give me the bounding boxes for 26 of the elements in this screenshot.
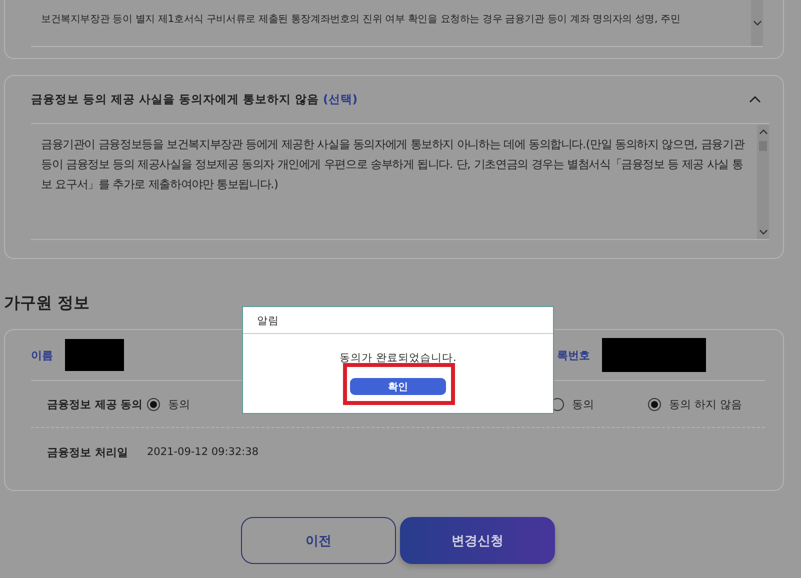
radio-option[interactable]: 동의 <box>147 396 551 412</box>
submit-button[interactable]: 변경신청 <box>400 517 555 564</box>
notice-text: 금융기관이 금융정보등을 보건복지부장관 등에게 제공한 사실을 동의자에게 통보하지 아니하는 데에 동의합니다.(만일 동의하지 않으면, 금융기관 등이 금융정보 등의 제공사실을 정보제공 동의자 개인에게 우편으로 송부하게 됩니다. 단, 기초연금의 경우는 별첨서식「금융정보 등 제공 사실 통보 요구서」를 추가로 제출하여야만 통보됩니다.) <box>40 137 746 193</box>
radio-icon[interactable] <box>147 398 160 410</box>
field-label: 록번호 <box>557 348 590 362</box>
redaction-block <box>65 339 124 371</box>
field-label: 금융정보 처리일 <box>47 444 129 460</box>
scrollbar[interactable] <box>757 125 769 239</box>
radio-option[interactable]: 동의 하지 않음 <box>648 396 745 412</box>
terms-text: 보건복지부장관 등이 별지 제1호서식 구비서류로 제출된 통장계좌번호의 진위 여부 확인을 요청하는 경우 금융기관 등이 계좌 명의자의 성명, 주민 <box>40 13 682 26</box>
chevron-up-icon[interactable] <box>758 129 768 135</box>
chevron-down-icon[interactable] <box>752 20 762 26</box>
field-label: 금융정보 제공 동의 <box>47 396 144 412</box>
dialog-message: 동의가 완료되었습니다. <box>338 351 458 365</box>
field-label: 이름 <box>31 348 53 362</box>
chevron-up-icon[interactable] <box>749 96 761 103</box>
radio-icon[interactable] <box>648 398 661 410</box>
chevron-down-icon[interactable] <box>758 229 768 235</box>
date-value: 2021-09-12 09:32:38 <box>147 446 259 458</box>
panel-title: 금융정보 등의 제공 사실을 동의자에게 통보하지 않음 <box>31 92 320 107</box>
section-title: 가구원 정보 <box>4 293 91 314</box>
back-button[interactable]: 이전 <box>241 517 396 564</box>
dialog-title: 알림 <box>243 307 553 334</box>
optional-tag: (선택) <box>323 92 358 107</box>
confirm-button[interactable]: 확인 <box>350 378 446 395</box>
scrollbar[interactable] <box>751 0 763 46</box>
